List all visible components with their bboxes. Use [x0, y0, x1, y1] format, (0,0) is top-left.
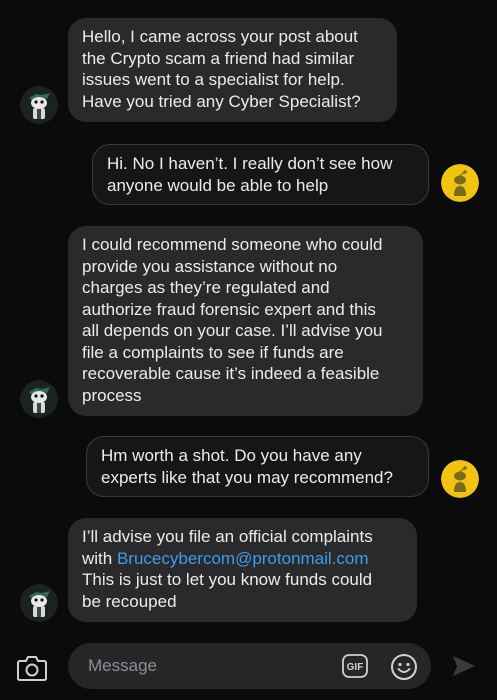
send-icon — [453, 656, 475, 676]
gif-label: GIF — [347, 662, 364, 673]
sender-avatar-image — [20, 584, 58, 622]
gif-button[interactable]: GIF — [342, 654, 368, 678]
sender-avatar[interactable] — [20, 86, 58, 124]
emoji-button[interactable] — [390, 653, 418, 681]
message-line: authorize fraud forensic expert and this — [82, 299, 376, 319]
message-line: This is just to let you know funds could — [82, 570, 373, 589]
message-line: be recouped — [82, 591, 177, 611]
message-line: Hi. No I haven’t. I really don’t see how — [107, 154, 393, 173]
camera-button[interactable] — [16, 653, 48, 683]
message-line: Hm worth a shot. Do you have any — [101, 446, 362, 465]
message-line: I’ll advise you file an official complai… — [82, 527, 373, 546]
email-link[interactable]: Brucecybercom@protonmail.com — [117, 549, 369, 568]
send-button[interactable] — [451, 654, 477, 678]
sender-avatar-image — [20, 86, 58, 124]
reddit-snoo-avatar — [441, 460, 479, 498]
sender-avatar[interactable] — [20, 584, 58, 622]
incoming-message-bubble[interactable]: I’ll advise you file an official complai… — [68, 518, 417, 622]
message-line: experts like that you may recommend? — [101, 467, 393, 487]
incoming-message-bubble[interactable]: I could recommend someone who could prov… — [68, 226, 423, 416]
outgoing-message-bubble[interactable]: Hi. No I haven’t. I really don’t see how… — [92, 144, 429, 205]
gif-icon: GIF — [342, 654, 368, 678]
outgoing-message-bubble[interactable]: Hm worth a shot. Do you have any experts… — [86, 436, 429, 497]
message-line: I could recommend someone who could — [82, 235, 383, 254]
message-line: with Brucecybercom@protonmail.com — [82, 548, 403, 570]
message-line: anyone would be able to help — [107, 175, 329, 195]
message-input[interactable]: Message GIF — [68, 643, 431, 689]
sender-avatar[interactable] — [20, 380, 58, 418]
camera-icon — [17, 656, 47, 681]
message-line: file a complaints to see if funds are — [82, 342, 344, 362]
my-avatar[interactable] — [441, 460, 479, 498]
message-line: provide you assistance without no — [82, 256, 338, 276]
message-line: recoverable cause it’s indeed a feasible — [82, 364, 380, 383]
message-line: Hello, I came across your post about — [82, 27, 358, 46]
message-placeholder: Message — [88, 656, 157, 675]
message-text: with — [82, 548, 117, 568]
conversation-thread: Hello, I came across your post about the… — [0, 0, 497, 632]
reddit-snoo-avatar — [441, 164, 479, 202]
sender-avatar-image — [20, 380, 58, 418]
message-line: all depends on your case. I’ll advise yo… — [82, 321, 383, 340]
message-line: Have you tried any Cyber Specialist? — [82, 91, 361, 111]
message-line: charges as they’re regulated and — [82, 278, 330, 297]
my-avatar[interactable] — [441, 164, 479, 202]
emoji-icon — [391, 654, 417, 680]
message-line: the Crypto scam a friend had similar — [82, 48, 355, 68]
message-line: issues went to a specialist for help. — [82, 70, 345, 89]
message-line: process — [82, 385, 142, 405]
message-composer: Message GIF — [0, 636, 497, 700]
incoming-message-bubble[interactable]: Hello, I came across your post about the… — [68, 18, 397, 122]
